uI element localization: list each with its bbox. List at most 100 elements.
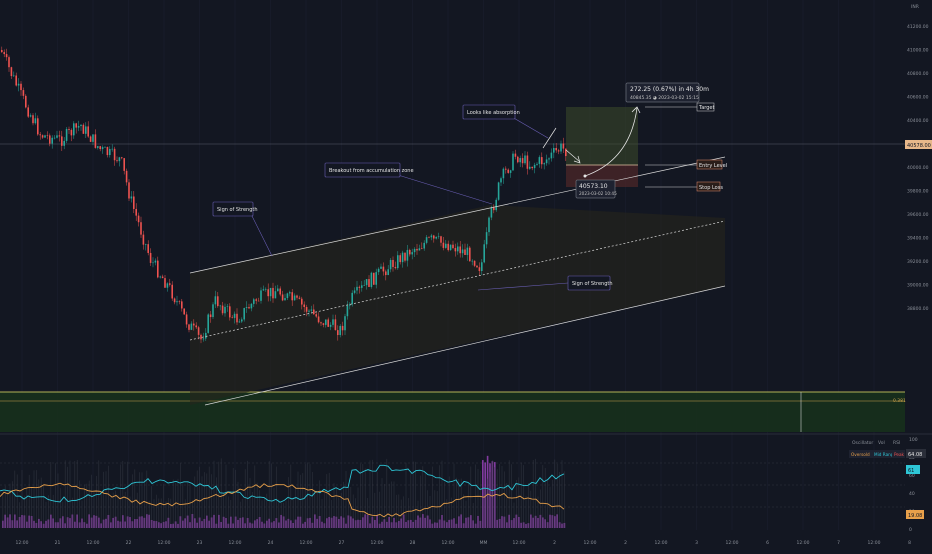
time-tick: 12:00 [87, 540, 100, 546]
candle-body [385, 271, 387, 276]
candle-body [77, 126, 80, 128]
indicator-legend[interactable]: Oversold Mid Range Peak [849, 450, 905, 458]
candle-body [118, 157, 121, 162]
candle-body [370, 272, 373, 287]
candle-body [409, 249, 411, 255]
candle-body [507, 169, 509, 173]
candle-body [421, 248, 423, 249]
time-tick: 12:00 [371, 540, 384, 546]
candle-body [478, 267, 481, 272]
candle-body [289, 292, 291, 294]
target-label[interactable]: Target [696, 102, 715, 112]
candle-body [413, 248, 416, 253]
candle-body [209, 314, 212, 318]
candle-body [101, 147, 104, 150]
sign-of-strength-1-label[interactable]: Sign of Strength [212, 201, 258, 217]
svg-text:Entry Level: Entry Level [699, 163, 727, 169]
candle-body [401, 252, 404, 263]
candle-body [373, 272, 375, 285]
candle-body [1, 50, 3, 53]
candle-body [253, 299, 255, 304]
support-zone [0, 392, 905, 432]
candle-body [221, 305, 224, 314]
candle-body [137, 215, 140, 223]
candle-body [269, 287, 272, 297]
candle-body [344, 316, 346, 331]
candle-body [113, 148, 116, 161]
candle-body [29, 115, 32, 117]
candle-body [233, 313, 236, 318]
candle-body [509, 170, 512, 173]
candle-body [130, 196, 133, 199]
candle-body [418, 248, 421, 251]
stop-label[interactable]: Stop Loss [696, 181, 723, 192]
candle-body [267, 289, 269, 297]
candle-body [305, 306, 308, 312]
price-tick: 40400.00 [907, 118, 929, 124]
candle-body [550, 152, 553, 159]
candle-body [260, 290, 262, 301]
price-tick: 38800.00 [907, 306, 929, 312]
candle-body [521, 158, 524, 164]
target-zone [566, 107, 638, 165]
candle-body [152, 262, 154, 264]
candle-body [293, 295, 296, 301]
candle-body [500, 178, 502, 183]
candle-body [229, 306, 231, 318]
candle-body [449, 244, 452, 251]
candle-body [560, 143, 562, 152]
absorption-label[interactable]: Looks like absorption [462, 104, 520, 120]
candle-body [255, 299, 257, 301]
candle-body [15, 75, 17, 86]
candle-body [248, 307, 250, 309]
svg-text:Target: Target [698, 105, 715, 111]
candle-body [281, 294, 284, 301]
time-tick: 21 [55, 540, 61, 546]
candle-body [488, 217, 490, 233]
candle-body [541, 157, 543, 165]
measure-box: 272.25 (0.67%) in 4h 30m 40845.35 ◕ 2023… [625, 82, 709, 103]
time-tick: 12:00 [584, 540, 597, 546]
candle-body [61, 136, 63, 146]
candle-body [161, 276, 164, 279]
candle-body [565, 148, 567, 157]
candle-body [394, 266, 397, 269]
candle-body [205, 332, 207, 339]
candle-body [313, 309, 315, 315]
candle-body [351, 292, 353, 305]
candle-body [58, 135, 61, 137]
sign-of-strength-2-label[interactable]: Sign of Strength [567, 275, 613, 291]
candle-body [68, 128, 70, 130]
svg-text:RSI: RSI [893, 440, 900, 446]
candle-body [17, 83, 20, 86]
candle-body [553, 147, 555, 153]
candle-body [533, 164, 536, 169]
candle-body [20, 83, 22, 91]
candle-body [32, 115, 34, 124]
candle-body [82, 124, 85, 134]
candle-body [5, 54, 8, 58]
breakout-label[interactable]: Breakout from accumulation zone [324, 162, 414, 178]
candle-body [181, 301, 183, 309]
svg-text:272.25 (0.67%) in 4h 30m: 272.25 (0.67%) in 4h 30m [630, 86, 709, 93]
candle-body [356, 286, 358, 291]
currency-label: INR [911, 4, 919, 10]
candle-body [243, 308, 245, 320]
candle-body [116, 160, 118, 162]
candle-body [142, 234, 145, 245]
svg-text:40845.35 ◕ 2023-03-02 15:15: 40845.35 ◕ 2023-03-02 15:15 [630, 95, 699, 101]
time-tick: 2 [553, 540, 556, 546]
candle-body [322, 323, 325, 325]
candle-body [505, 168, 507, 170]
candle-body [440, 236, 442, 243]
entry-price-box: 40573.10 2023-03-02 10:45 [575, 179, 617, 199]
candle-body [171, 284, 173, 299]
candle-body [49, 135, 51, 144]
candle-body [469, 247, 471, 262]
candle-body [493, 207, 495, 211]
candle-body [34, 118, 37, 124]
price-tick: 41000.00 [907, 48, 929, 54]
price-chart[interactable]: Sign of Strength Breakout from accumulat… [0, 0, 932, 550]
candle-body [339, 325, 341, 336]
time-tick: 3 [695, 540, 698, 546]
